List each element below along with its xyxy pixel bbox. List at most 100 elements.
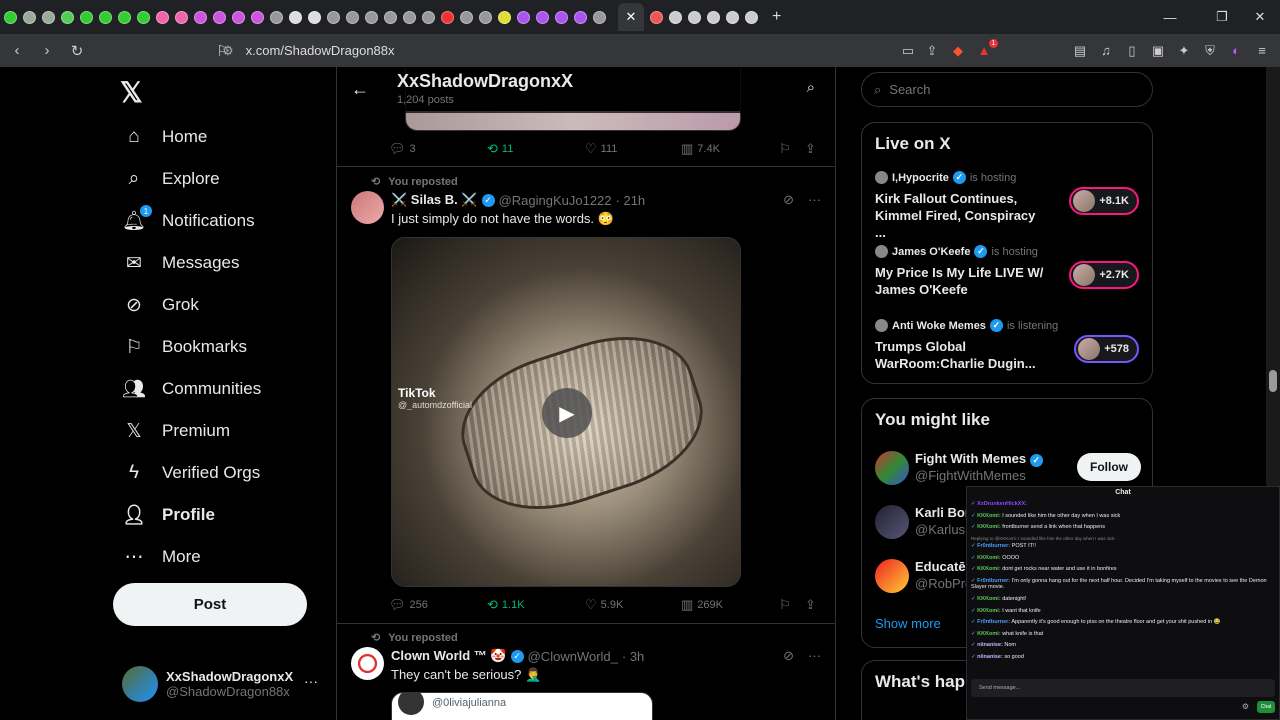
back-icon[interactable]: ‹ xyxy=(4,38,30,64)
gear-icon[interactable]: ⚙ xyxy=(1242,702,1249,711)
tab-favicon-icon[interactable] xyxy=(308,10,321,24)
tweet-time[interactable]: · 3h xyxy=(622,649,644,664)
tab-favicon-icon[interactable] xyxy=(23,10,36,24)
tab-favicon-icon[interactable] xyxy=(403,10,416,24)
tab-favicon-icon[interactable] xyxy=(42,10,55,24)
tab-favicon-icon[interactable] xyxy=(137,10,150,24)
search-icon[interactable]: ⌕ xyxy=(807,79,815,96)
tab-favicon-icon[interactable] xyxy=(4,10,17,24)
tab-favicon-icon[interactable] xyxy=(61,10,74,24)
reply-button[interactable]: 💬︎ 256 xyxy=(389,597,487,613)
quoted-post[interactable]: @0liviajulianna xyxy=(391,692,653,720)
nav-item-grok[interactable]: ⊘ Grok xyxy=(122,284,261,326)
tab-favicon-icon[interactable] xyxy=(650,10,663,24)
nav-item-communities[interactable]: 👥︎ Communities xyxy=(122,368,261,410)
account-switcher[interactable]: XxShadowDragonxX @ShadowDragon88x ··· xyxy=(122,663,322,705)
tab-favicon-icon[interactable] xyxy=(669,10,682,24)
tab-favicon-icon[interactable] xyxy=(726,10,739,24)
chat-username[interactable]: Fr0ntburner: xyxy=(977,578,1010,584)
like-button[interactable]: ♡ 5.9K xyxy=(585,597,681,613)
sidebar-toggle-icon[interactable]: ▤ xyxy=(1072,43,1088,59)
x-logo-icon[interactable]: 𝕏 xyxy=(120,76,143,109)
site-info-icon[interactable]: ⚙ xyxy=(222,43,234,59)
close-window-icon[interactable]: ✕ xyxy=(1238,0,1280,34)
bookmark-button[interactable]: ⚐ xyxy=(779,141,805,157)
nav-item-bookmarks[interactable]: ⚐ Bookmarks xyxy=(122,326,261,368)
tab-favicon-icon[interactable] xyxy=(479,10,492,24)
listener-count-pill[interactable]: +578 xyxy=(1074,335,1139,363)
chat-username[interactable]: KKKomi: xyxy=(977,631,1001,637)
video-player[interactable]: TikTok @_automdzofficial ▶ xyxy=(391,237,741,587)
live-space-item[interactable]: I,Hypocrite ✓ is hosting Kirk Fallout Conti… xyxy=(875,171,1141,241)
tab-favicon-icon[interactable] xyxy=(574,10,587,24)
chat-messages[interactable]: ✓ XxDrunkenHickXX: ✓ KKKomi: I sounded l… xyxy=(971,501,1277,666)
nav-item-verified-orgs[interactable]: ϟ Verified Orgs xyxy=(122,452,261,494)
reload-icon[interactable]: ↻ xyxy=(64,38,90,64)
tab-favicon-icon[interactable] xyxy=(688,10,701,24)
tab-favicon-icon[interactable] xyxy=(365,10,378,24)
more-horizontal-icon[interactable]: ··· xyxy=(304,673,318,689)
cast-icon[interactable]: ▭ xyxy=(900,43,916,59)
forward-icon[interactable]: › xyxy=(34,38,60,64)
nav-item-home[interactable]: ⌂ Home xyxy=(122,116,261,158)
chat-username[interactable]: KKKomi: xyxy=(977,566,1001,572)
grok-icon[interactable]: ⊘ xyxy=(783,192,794,208)
avatar[interactable] xyxy=(351,191,384,224)
vpn-icon[interactable]: ⛨ xyxy=(1202,43,1218,59)
chat-send-button[interactable]: Chat xyxy=(1257,701,1275,713)
live-space-item[interactable]: James O'Keefe ✓ is hosting My Price Is My L… xyxy=(875,245,1141,298)
back-arrow-icon[interactable]: ← xyxy=(351,79,369,100)
nav-item-notifications[interactable]: 🔔︎ 1 Notifications xyxy=(122,200,261,242)
brave-rewards-icon[interactable]: ▲ 1 xyxy=(976,38,998,59)
live-space-item[interactable]: Anti Woke Memes ✓ is listening Trumps Globa… xyxy=(875,319,1141,372)
chat-username[interactable]: KKKomi: xyxy=(977,524,1001,530)
like-button[interactable]: ♡ 111 xyxy=(585,141,681,157)
bookmark-button[interactable]: ⚐ xyxy=(779,597,805,613)
chat-username[interactable]: niinanise: xyxy=(977,654,1003,660)
tab-favicon-icon[interactable] xyxy=(422,10,435,24)
tab-favicon-icon[interactable] xyxy=(289,10,302,24)
chat-username[interactable]: KKKomi: xyxy=(977,596,1001,602)
chat-username[interactable]: Fr0ntburner: xyxy=(977,543,1010,549)
tab-favicon-icon[interactable] xyxy=(536,10,549,24)
tab-favicon-icon[interactable] xyxy=(213,10,226,24)
grok-icon[interactable]: ⊘ xyxy=(783,648,794,664)
active-tab[interactable]: ✕ xyxy=(618,3,644,31)
share-icon[interactable]: ⇪ xyxy=(924,43,940,59)
chat-username[interactable]: KKKomi: xyxy=(977,608,1001,614)
tab-favicon-icon[interactable] xyxy=(118,10,131,24)
tweet[interactable]: ⟲ You reposted Clown World ™ 🤡 ✓ @ClownWo… xyxy=(337,624,835,720)
minimize-icon[interactable]: — xyxy=(1148,0,1192,34)
menu-icon[interactable]: ≡ xyxy=(1254,43,1270,59)
chat-username[interactable]: XxDrunkenHickXX: xyxy=(977,501,1027,507)
follow-button[interactable]: Follow xyxy=(1077,453,1141,481)
author-name[interactable]: Clown World ™ 🤡 xyxy=(391,648,507,664)
tab-favicon-icon[interactable] xyxy=(384,10,397,24)
views-button[interactable]: ▥ 7.4K xyxy=(681,141,779,157)
tab-favicon-icon[interactable] xyxy=(232,10,245,24)
tab-favicon-icon[interactable] xyxy=(441,10,454,24)
tab-favicon-icon[interactable] xyxy=(707,10,720,24)
address-bar[interactable]: ⚙ x.com/ShadowDragon88x xyxy=(222,38,862,63)
tab-favicon-icon[interactable] xyxy=(517,10,530,24)
wallet-icon[interactable]: ▣ xyxy=(1150,43,1166,59)
tab-favicon-icon[interactable] xyxy=(156,10,169,24)
tab-favicon-icon[interactable] xyxy=(498,10,511,24)
profile-timeline[interactable]: ← XxShadowDragonxX 1,204 posts ⌕ 💬︎ 3 ⟲ 11… xyxy=(336,67,836,720)
nav-item-profile[interactable]: 👤︎ Profile xyxy=(122,494,261,536)
tab-favicon-icon[interactable] xyxy=(460,10,473,24)
repost-button[interactable]: ⟲ 1.1K xyxy=(487,597,585,613)
tab-favicon-icon[interactable] xyxy=(99,10,112,24)
chat-username[interactable]: KKKomi: xyxy=(977,555,1001,561)
chat-username[interactable]: niinanise: xyxy=(977,642,1003,648)
views-button[interactable]: ▥ 269K xyxy=(681,597,779,613)
more-horizontal-icon[interactable]: ··· xyxy=(808,192,821,208)
more-horizontal-icon[interactable]: ··· xyxy=(808,648,821,664)
listener-count-pill[interactable]: +8.1K xyxy=(1069,187,1139,215)
nav-item-explore[interactable]: ⌕ Explore xyxy=(122,158,261,200)
repost-button[interactable]: ⟲ 11 xyxy=(487,141,585,157)
play-icon[interactable]: ▶ xyxy=(542,388,592,438)
media-icon[interactable]: ♫ xyxy=(1098,43,1114,59)
tab-favicon-icon[interactable] xyxy=(593,10,606,24)
reply-button[interactable]: 💬︎ 3 xyxy=(389,141,487,157)
